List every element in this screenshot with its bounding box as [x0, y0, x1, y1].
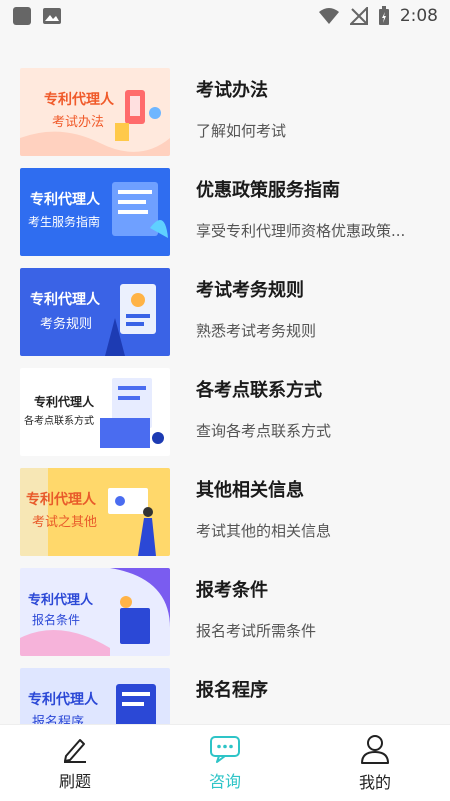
user-icon [361, 735, 389, 764]
thumbnail-image: 专利代理人 各考点联系方式 [20, 368, 170, 456]
item-title: 其他相关信息 [196, 480, 304, 501]
item-subtitle: 报名考试所需条件 [196, 622, 317, 640]
status-time: 2:08 [399, 6, 438, 26]
tab-label: 我的 [358, 773, 391, 792]
guide-list: 专利代理人 考试办法 考试办法 了解如何考试 专利代理人 考生服务指南 优惠政策… [0, 60, 450, 724]
no-signal-icon [349, 7, 368, 25]
item-subtitle: 享受专利代理师资格优惠政策... [196, 222, 406, 240]
list-item-exam-rules[interactable]: 专利代理人 考务规则 考试考务规则 熟悉考试考务规则 [0, 268, 450, 356]
thumb-subtitle: 报名程序 [32, 714, 84, 724]
tab-mine[interactable]: 我的 [320, 733, 430, 793]
bottom-tab-bar: 刷题 咨询 我的 [0, 724, 450, 801]
tab-practice[interactable]: 刷题 [20, 734, 130, 792]
thumb-subtitle: 各考点联系方式 [24, 414, 94, 427]
status-bar: 2:08 [0, 0, 450, 32]
tab-label: 咨询 [208, 772, 241, 791]
item-subtitle: 了解如何考试 [196, 122, 287, 140]
tab-consult[interactable]: 咨询 [170, 734, 280, 792]
thumb-title: 专利代理人 [28, 691, 99, 708]
item-title: 报考条件 [196, 580, 268, 601]
thumbnail-image: 专利代理人 报名程序 [20, 668, 170, 724]
thumb-title: 专利代理人 [44, 91, 115, 108]
wifi-icon [318, 8, 339, 24]
battery-charging-icon [378, 6, 389, 25]
thumb-title: 专利代理人 [28, 592, 94, 608]
item-subtitle: 查询各考点联系方式 [196, 422, 332, 440]
thumb-subtitle: 报名条件 [32, 612, 80, 627]
item-subtitle: 考试其他的相关信息 [196, 522, 332, 540]
thumbnail-image: 专利代理人 考务规则 [20, 268, 170, 356]
item-title: 报名程序 [196, 680, 268, 701]
app-notification-icon [13, 7, 31, 25]
thumb-title: 专利代理人 [30, 191, 101, 208]
list-item-preferential-policy[interactable]: 专利代理人 考生服务指南 优惠政策服务指南 享受专利代理师资格优惠政策... [0, 168, 450, 256]
thumb-subtitle: 考生服务指南 [28, 214, 100, 229]
image-notification-icon [43, 8, 61, 24]
tab-label: 刷题 [58, 772, 91, 791]
chat-icon [210, 736, 240, 763]
thumbnail-image: 专利代理人 考试办法 [20, 68, 170, 156]
item-title: 考试考务规则 [196, 280, 304, 301]
list-item-exam-site-contacts[interactable]: 专利代理人 各考点联系方式 各考点联系方式 查询各考点联系方式 [0, 368, 450, 456]
thumbnail-image: 专利代理人 考试之其他 [20, 468, 170, 556]
thumb-title: 专利代理人 [30, 291, 101, 308]
thumb-subtitle: 考务规则 [40, 316, 92, 332]
item-title: 优惠政策服务指南 [196, 180, 340, 201]
thumbnail-image: 专利代理人 考生服务指南 [20, 168, 170, 256]
pencil-icon [64, 739, 86, 763]
thumb-title: 专利代理人 [34, 394, 95, 409]
thumb-subtitle: 考试办法 [52, 115, 104, 130]
thumb-title: 专利代理人 [26, 491, 97, 508]
list-item-registration-procedure[interactable]: 专利代理人 报名程序 报名程序 [0, 668, 450, 724]
item-title: 各考点联系方式 [196, 380, 322, 401]
list-item-other-info[interactable]: 专利代理人 考试之其他 其他相关信息 考试其他的相关信息 [0, 468, 450, 556]
thumb-subtitle: 考试之其他 [32, 515, 97, 530]
list-item-registration-conditions[interactable]: 专利代理人 报名条件 报考条件 报名考试所需条件 [0, 568, 450, 656]
item-subtitle: 熟悉考试考务规则 [196, 322, 317, 340]
list-item-exam-method[interactable]: 专利代理人 考试办法 考试办法 了解如何考试 [0, 68, 450, 156]
thumbnail-image: 专利代理人 报名条件 [20, 568, 170, 656]
item-title: 考试办法 [196, 80, 268, 101]
